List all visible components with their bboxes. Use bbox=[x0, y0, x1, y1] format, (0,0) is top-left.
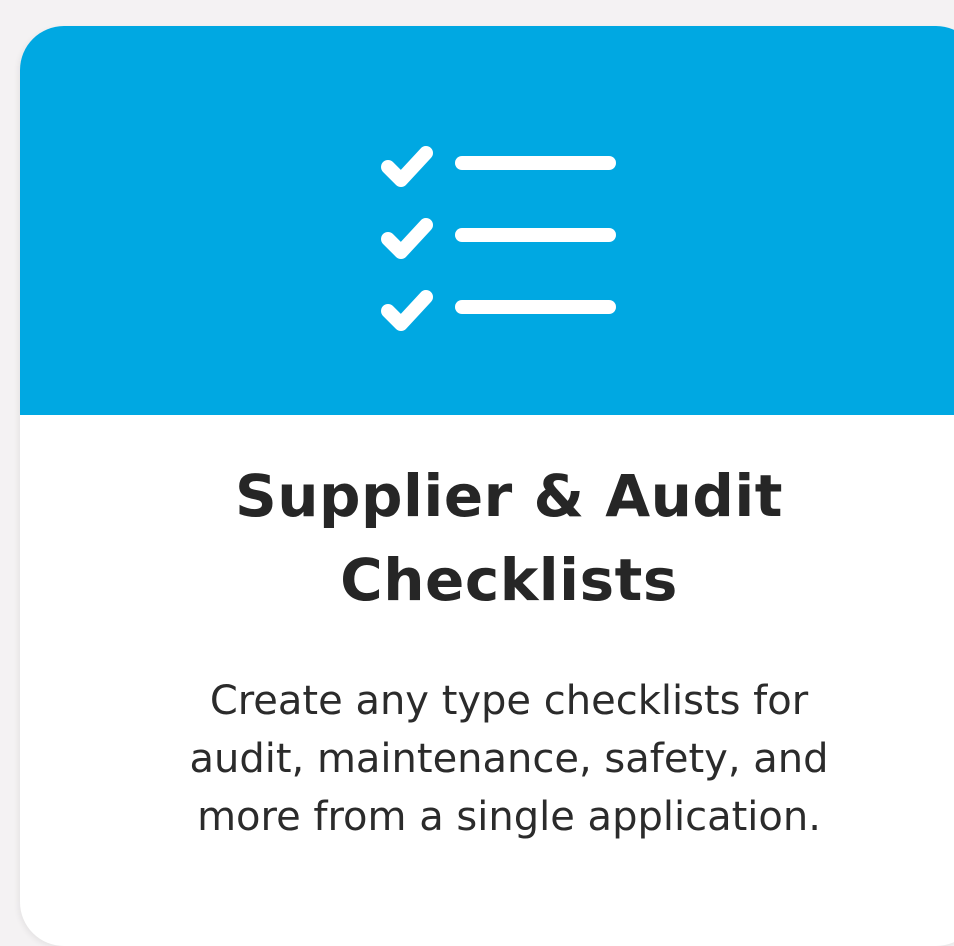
check-icon bbox=[381, 218, 433, 259]
check-icon bbox=[381, 146, 433, 187]
card-description-line: more from a single application. bbox=[197, 794, 821, 840]
card-description-line: Create any type checklists for bbox=[209, 678, 809, 724]
check-icon bbox=[381, 290, 433, 331]
card-header-banner bbox=[20, 26, 954, 415]
card-title-line: Supplier & Audit bbox=[234, 462, 784, 530]
card-description: Create any type checklists for audit, ma… bbox=[20, 672, 954, 846]
card-description-line: audit, maintenance, safety, and bbox=[189, 736, 829, 782]
checklist-icon bbox=[381, 146, 616, 331]
card-title-line: Checklists bbox=[340, 546, 678, 614]
feature-card[interactable]: Supplier & Audit Checklists Create any t… bbox=[20, 26, 954, 946]
card-title: Supplier & Audit Checklists bbox=[20, 454, 954, 622]
